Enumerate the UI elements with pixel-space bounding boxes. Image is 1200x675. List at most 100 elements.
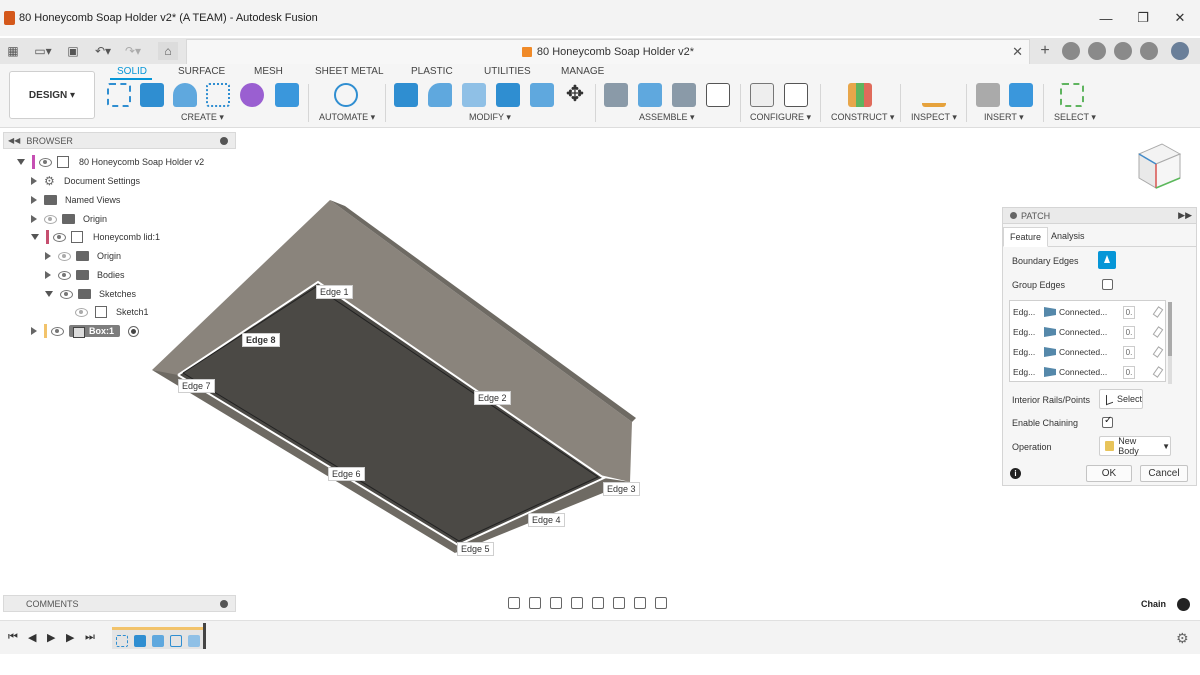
tab-feature[interactable]: Feature	[1003, 227, 1049, 247]
edit-pencil-icon[interactable]	[1152, 306, 1164, 318]
grid-settings-icon[interactable]	[634, 597, 646, 609]
orbit-icon[interactable]	[508, 597, 520, 609]
zoom-icon[interactable]	[571, 597, 583, 609]
press-pull-icon[interactable]	[394, 83, 418, 107]
edge-label[interactable]: Edge 1	[316, 285, 353, 299]
box-icon[interactable]	[275, 83, 299, 107]
workspace-switcher[interactable]: DESIGN ▾	[9, 71, 95, 119]
move-icon[interactable]: ✥	[563, 83, 587, 107]
file-menu-icon[interactable]: ▭▾	[32, 42, 54, 60]
edge-label[interactable]: Edge 6	[328, 467, 365, 481]
group-edges-checkbox[interactable]	[1102, 279, 1113, 290]
redo-icon[interactable]: ↷▾	[122, 42, 144, 60]
look-at-icon[interactable]	[529, 597, 541, 609]
joint-icon[interactable]	[638, 83, 662, 107]
comments-pin-icon[interactable]	[220, 600, 228, 608]
timeline-extrude-icon[interactable]	[134, 635, 146, 647]
info-icon[interactable]: i	[1010, 468, 1021, 479]
edge-type[interactable]: Connected...	[1059, 367, 1123, 377]
timeline-forward-icon[interactable]: ▶	[66, 631, 74, 644]
timeline-back-icon[interactable]: ◀	[28, 631, 36, 644]
tab-manage[interactable]: MANAGE	[561, 66, 604, 77]
edge-label[interactable]: Edge 3	[603, 482, 640, 496]
tab-solid[interactable]: SOLID	[117, 66, 147, 77]
patch-header[interactable]: PATCH ▶▶	[1003, 208, 1196, 224]
pan-icon[interactable]	[550, 597, 562, 609]
expand-dialog-icon[interactable]: ▶▶	[1178, 210, 1192, 221]
edit-pencil-icon[interactable]	[1152, 346, 1164, 358]
document-tab[interactable]: 80 Honeycomb Soap Holder v2* ✕	[186, 39, 1030, 64]
edge-type[interactable]: Connected...	[1059, 307, 1123, 317]
table-icon[interactable]	[706, 83, 730, 107]
timeline-settings-icon[interactable]: ⚙	[1176, 630, 1189, 647]
assemble-group-label[interactable]: ASSEMBLE ▾	[639, 112, 695, 123]
chain-selection-icon[interactable]	[1177, 598, 1190, 611]
close-tab-icon[interactable]: ✕	[1012, 44, 1023, 60]
ok-button[interactable]: OK	[1086, 465, 1132, 482]
timeline-last-icon[interactable]: ⏭	[85, 631, 95, 644]
timeline-combine-icon[interactable]	[152, 635, 164, 647]
configure-group-label[interactable]: CONFIGURE ▾	[750, 112, 811, 123]
insert-image-icon[interactable]	[1009, 83, 1033, 107]
edge-list-scrollbar[interactable]	[1168, 302, 1172, 384]
table-row[interactable]: Edg... Connected... 0.	[1010, 342, 1167, 362]
table-row[interactable]: Edg... Connected... 0.	[1010, 362, 1167, 382]
edge-label[interactable]: Edge 4	[528, 513, 565, 527]
edge-value[interactable]: 0.	[1123, 345, 1135, 359]
timeline-box-icon[interactable]	[188, 635, 200, 647]
zoom-window-icon[interactable]	[592, 597, 604, 609]
comments-panel-header[interactable]: COMMENTS	[3, 595, 236, 612]
help-icon[interactable]	[1140, 42, 1158, 60]
timeline-marker[interactable]	[203, 623, 206, 649]
tab-sheet-metal[interactable]: SHEET METAL	[315, 66, 384, 77]
close-window-button[interactable]: ✕	[1161, 0, 1199, 36]
minimize-button[interactable]: —	[1087, 0, 1125, 36]
edge-label[interactable]: Edge 5	[457, 542, 494, 556]
undo-icon[interactable]: ↶▾	[92, 42, 114, 60]
table-row[interactable]: Edg... Connected... 0.	[1010, 322, 1167, 342]
edge-label[interactable]: Edge 2	[474, 391, 511, 405]
job-status-icon[interactable]	[1088, 42, 1106, 60]
edge-label[interactable]: Edge 8	[242, 333, 280, 347]
revolve-icon[interactable]	[173, 83, 197, 107]
insert-group-label[interactable]: INSERT ▾	[984, 112, 1024, 123]
fillet-icon[interactable]	[428, 83, 452, 107]
edit-pencil-icon[interactable]	[1152, 366, 1164, 378]
notifications-icon[interactable]	[1114, 42, 1132, 60]
select-box-icon[interactable]	[1060, 83, 1084, 107]
form-icon[interactable]	[240, 83, 264, 107]
new-tab-button[interactable]: +	[1036, 42, 1054, 60]
automate-group-label[interactable]: AUTOMATE ▾	[319, 112, 375, 123]
save-icon[interactable]: ▣	[66, 42, 80, 60]
timeline-shell-icon[interactable]	[170, 635, 182, 647]
edge-value[interactable]: 0.	[1123, 325, 1135, 339]
enable-chaining-checkbox[interactable]	[1102, 415, 1113, 428]
view-cube[interactable]	[1134, 140, 1184, 192]
app-grid-icon[interactable]: ▦	[6, 42, 20, 60]
home-icon[interactable]: ⌂	[158, 42, 178, 60]
create-group-label[interactable]: CREATE ▾	[181, 112, 224, 123]
combine-icon[interactable]	[496, 83, 520, 107]
insert-derive-icon[interactable]	[976, 83, 1000, 107]
boundary-edges-select-button[interactable]	[1098, 251, 1116, 269]
measure-icon[interactable]	[922, 83, 946, 107]
extrude-icon[interactable]	[140, 83, 164, 107]
tab-utilities[interactable]: UTILITIES	[484, 66, 531, 77]
maximize-button[interactable]: ❐	[1124, 0, 1162, 36]
timeline-first-icon[interactable]: ⏮	[8, 631, 18, 644]
cancel-button[interactable]: Cancel	[1140, 465, 1188, 482]
viewports-icon[interactable]	[655, 597, 667, 609]
as-built-joint-icon[interactable]	[672, 83, 696, 107]
timeline-track[interactable]	[112, 627, 206, 649]
new-component-icon[interactable]	[604, 83, 628, 107]
table-row[interactable]: Edg... Connected... 0.	[1010, 302, 1167, 322]
model-viewport[interactable]	[0, 128, 700, 588]
inspect-group-label[interactable]: INSPECT ▾	[911, 112, 957, 123]
split-icon[interactable]	[530, 83, 554, 107]
interior-rails-select-button[interactable]: Select	[1099, 389, 1143, 409]
edge-value[interactable]: 0.	[1123, 305, 1135, 319]
select-group-label[interactable]: SELECT ▾	[1054, 112, 1096, 123]
configure-icon[interactable]	[750, 83, 774, 107]
configuration-table-icon[interactable]	[784, 83, 808, 107]
tab-plastic[interactable]: PLASTIC	[411, 66, 453, 77]
